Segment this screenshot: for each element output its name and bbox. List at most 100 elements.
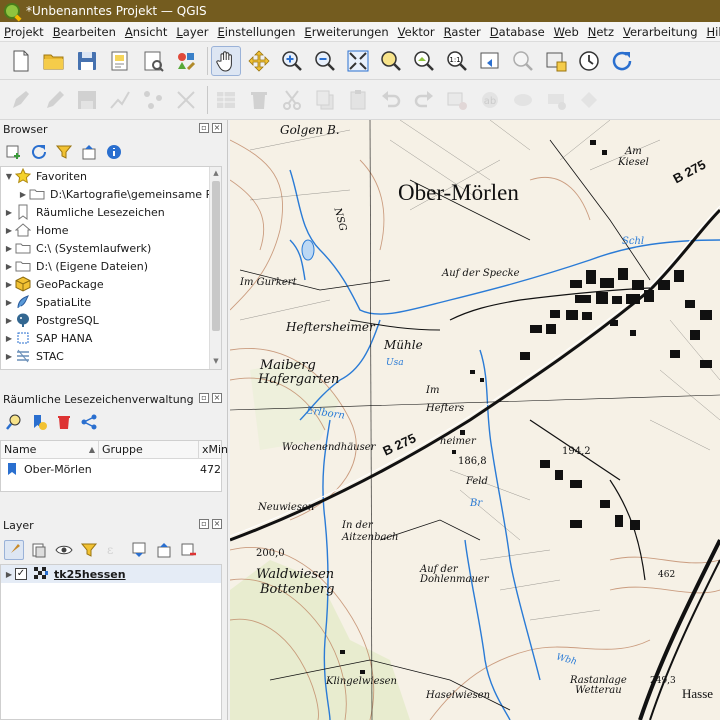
menu-hilfe[interactable]: Hilfe xyxy=(703,25,720,39)
zoom-to-selection-button[interactable] xyxy=(376,46,406,76)
browser-item[interactable]: ▶ STAC xyxy=(1,347,221,365)
expand-arrow-icon[interactable]: ▶ xyxy=(3,298,15,307)
browser-item[interactable]: ▶ SpatiaLite xyxy=(1,293,221,311)
column-header-group[interactable]: Gruppe xyxy=(99,441,199,458)
layout-manager-button[interactable] xyxy=(138,46,168,76)
manage-map-themes-button[interactable] xyxy=(54,540,74,560)
menu-projekt[interactable]: Projekt xyxy=(0,25,48,39)
pan-to-selection-button[interactable] xyxy=(244,46,274,76)
vertex-tool-button[interactable] xyxy=(138,85,168,115)
map-canvas[interactable]: Ober-Mörlen Golgen B. Am Kiesel B 275 B … xyxy=(230,120,720,720)
layer-visibility-checkbox[interactable]: ✓ xyxy=(15,568,27,580)
remove-layer-button[interactable] xyxy=(179,540,199,560)
close-panel-icon[interactable]: × xyxy=(212,393,222,403)
attribute-table-button[interactable] xyxy=(211,85,241,115)
collapse-all-layers-button[interactable] xyxy=(154,540,174,560)
zoom-to-layer-button[interactable] xyxy=(409,46,439,76)
expand-arrow-icon[interactable]: ▶ xyxy=(3,352,15,361)
refresh-browser-button[interactable] xyxy=(29,142,49,162)
copy-features-button[interactable] xyxy=(310,85,340,115)
table-row[interactable]: Ober-Mörlen 472 xyxy=(1,459,221,479)
filter-by-expression-button[interactable]: ε xyxy=(104,540,124,560)
browser-item[interactable]: ▶ Home xyxy=(1,221,221,239)
add-bookmark-button[interactable] xyxy=(29,412,49,432)
undo-button[interactable] xyxy=(376,85,406,115)
collapse-all-button[interactable] xyxy=(79,142,99,162)
collapse-arrow-icon[interactable]: ▼ xyxy=(3,172,15,181)
move-label-button[interactable] xyxy=(541,85,571,115)
float-panel-icon[interactable]: ▫ xyxy=(199,519,209,529)
pan-map-button[interactable] xyxy=(211,45,241,76)
menu-bearbeiten[interactable]: Bearbeiten xyxy=(49,25,120,39)
float-panel-icon[interactable]: ▫ xyxy=(199,393,209,403)
close-panel-icon[interactable]: × xyxy=(212,519,222,529)
browser-item[interactable]: ▶ C:\ (Systemlaufwerk) xyxy=(1,239,221,257)
save-edits-button[interactable] xyxy=(72,85,102,115)
new-project-button[interactable] xyxy=(6,46,36,76)
browser-item[interactable]: ▶ SAP HANA xyxy=(1,329,221,347)
expand-arrow-icon[interactable]: ▶ xyxy=(3,280,15,289)
expand-arrow-icon[interactable]: ▶ xyxy=(3,244,15,253)
expand-arrow-icon[interactable]: ▶ xyxy=(3,316,15,325)
filter-browser-button[interactable] xyxy=(54,142,74,162)
browser-properties-button[interactable] xyxy=(104,142,124,162)
current-edits-button[interactable] xyxy=(6,85,36,115)
menu-verarbeitung[interactable]: Verarbeitung xyxy=(619,25,702,39)
digitize-line-button[interactable] xyxy=(105,85,135,115)
browser-item[interactable]: ▼ Favoriten xyxy=(1,167,221,185)
menu-einstellungen[interactable]: Einstellungen xyxy=(213,25,299,39)
cut-features-button[interactable] xyxy=(277,85,307,115)
layer-item-tk25hessen[interactable]: ▶ ✓ tk25hessen xyxy=(1,565,221,583)
add-group-button[interactable] xyxy=(29,540,49,560)
paste-features-button[interactable] xyxy=(343,85,373,115)
open-layer-styling-button[interactable] xyxy=(4,540,24,560)
new-print-layout-button[interactable] xyxy=(105,46,135,76)
zoom-in-button[interactable] xyxy=(277,46,307,76)
expand-arrow-icon[interactable]: ▶ xyxy=(17,190,29,199)
expand-arrow-icon[interactable]: ▶ xyxy=(3,262,15,271)
save-project-button[interactable] xyxy=(72,46,102,76)
diagram-toolbar-button[interactable] xyxy=(508,85,538,115)
zoom-out-button[interactable] xyxy=(310,46,340,76)
label-toolbar-button[interactable]: ab xyxy=(475,85,505,115)
modify-attributes-button[interactable] xyxy=(171,85,201,115)
menu-raster[interactable]: Raster xyxy=(440,25,485,39)
style-manager-button[interactable] xyxy=(171,46,201,76)
share-bookmarks-button[interactable] xyxy=(79,412,99,432)
column-header-name[interactable]: Name ▲ xyxy=(1,441,99,458)
zoom-native-resolution-button[interactable]: 1:1 xyxy=(442,46,472,76)
toggle-editing-button[interactable] xyxy=(39,85,69,115)
new-map-view-button[interactable] xyxy=(541,46,571,76)
zoom-full-button[interactable] xyxy=(343,46,373,76)
browser-scrollbar[interactable]: ▲ ▼ xyxy=(209,167,221,369)
column-header-xmin[interactable]: xMin xyxy=(199,441,228,458)
zoom-to-bookmark-button[interactable] xyxy=(4,412,24,432)
browser-item[interactable]: ▶ Räumliche Lesezeichen xyxy=(1,203,221,221)
browser-item[interactable]: ▶ GeoPackage xyxy=(1,275,221,293)
open-project-button[interactable] xyxy=(39,46,69,76)
delete-selected-button[interactable] xyxy=(244,85,274,115)
expand-arrow-icon[interactable]: ▶ xyxy=(3,570,15,579)
zoom-next-button[interactable] xyxy=(508,46,538,76)
expand-arrow-icon[interactable]: ▶ xyxy=(3,226,15,235)
menu-netz[interactable]: Netz xyxy=(584,25,618,39)
zoom-last-button[interactable] xyxy=(475,46,505,76)
browser-item[interactable]: ▶ PostgreSQL xyxy=(1,311,221,329)
add-text-annotation-button[interactable] xyxy=(442,85,472,115)
close-panel-icon[interactable]: × xyxy=(212,123,222,133)
redo-button[interactable] xyxy=(409,85,439,115)
menu-erweiterungen[interactable]: Erweiterungen xyxy=(300,25,392,39)
temporal-controller-button[interactable] xyxy=(574,46,604,76)
delete-bookmark-button[interactable] xyxy=(54,412,74,432)
rotate-label-button[interactable] xyxy=(574,85,604,115)
menu-web[interactable]: Web xyxy=(550,25,583,39)
filter-legend-button[interactable] xyxy=(79,540,99,560)
menu-ansicht[interactable]: Ansicht xyxy=(121,25,171,39)
menu-database[interactable]: Database xyxy=(486,25,549,39)
menu-vektor[interactable]: Vektor xyxy=(394,25,439,39)
browser-item[interactable]: ▶ D:\ (Eigene Dateien) xyxy=(1,257,221,275)
browser-item[interactable]: ▶ D:\Kartografie\gemeinsame Res xyxy=(1,185,221,203)
refresh-button[interactable] xyxy=(607,46,637,76)
add-selected-layers-button[interactable] xyxy=(4,142,24,162)
expand-arrow-icon[interactable]: ▶ xyxy=(3,334,15,343)
